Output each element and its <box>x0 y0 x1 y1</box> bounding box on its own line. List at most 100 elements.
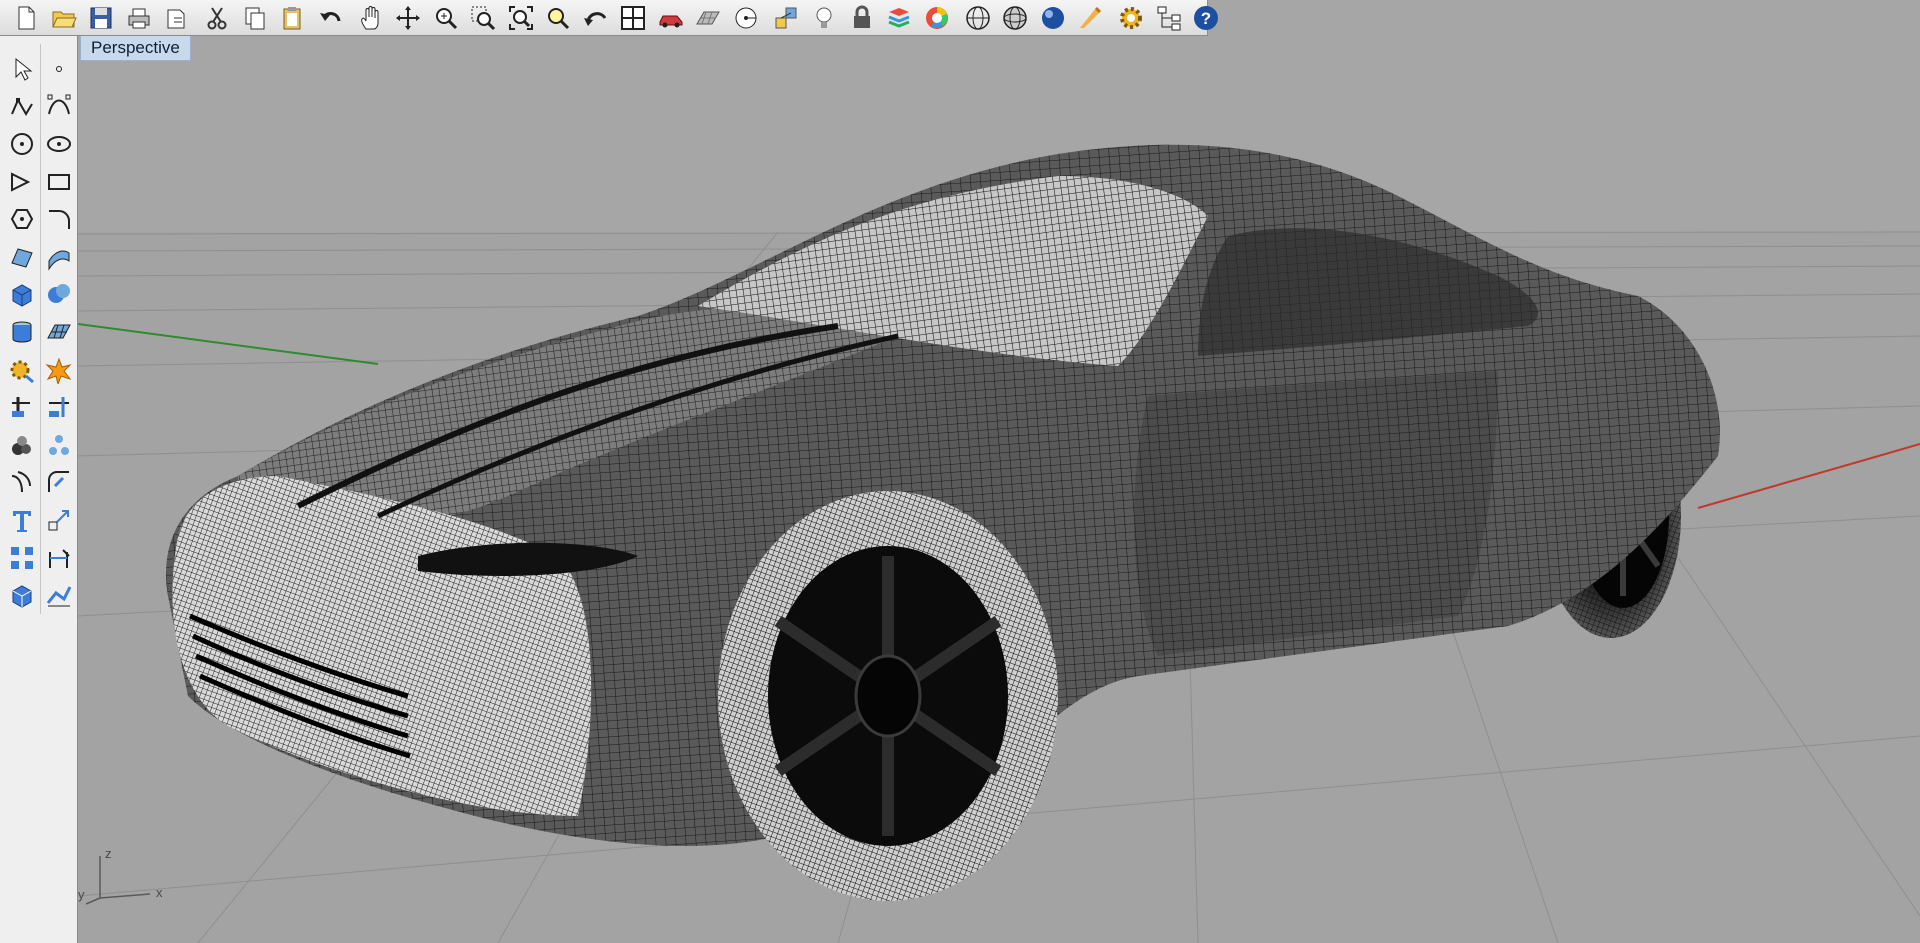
cut-icon <box>207 6 227 29</box>
fillet-edge-tool-button[interactable] <box>41 464 77 502</box>
circle-icon <box>11 132 33 155</box>
undo-view-button[interactable] <box>580 2 612 34</box>
dimension-tool-button[interactable] <box>41 539 77 577</box>
zoom-selected-button[interactable] <box>542 2 574 34</box>
save-button[interactable] <box>85 2 117 34</box>
gizmo-z-label: z <box>105 846 112 861</box>
boolean-union-tool-button[interactable] <box>41 276 77 314</box>
block-tool-button[interactable] <box>4 576 40 614</box>
copy-icon <box>245 7 264 29</box>
new-file-icon <box>18 6 35 29</box>
array-tool-button[interactable] <box>4 539 40 577</box>
split-tool-button[interactable] <box>4 388 40 426</box>
rendered-sphere-button[interactable] <box>1037 2 1069 34</box>
help-button[interactable]: ? <box>1190 2 1222 34</box>
copy-button[interactable] <box>239 2 271 34</box>
box-solid-icon <box>12 284 32 307</box>
polygon-icon <box>10 209 34 230</box>
ghosted-sphere-button[interactable] <box>999 2 1031 34</box>
color-wheel-button[interactable] <box>921 2 953 34</box>
group-tool-button[interactable] <box>4 426 40 464</box>
layer-book-button[interactable] <box>883 2 915 34</box>
left-toolbar-column-2 <box>41 50 77 614</box>
hierarchy-button[interactable] <box>1153 2 1185 34</box>
zoom-extents-button[interactable] <box>505 2 537 34</box>
undo-button[interactable] <box>314 2 346 34</box>
fillet-edge-icon <box>48 471 69 493</box>
explode-tool-button[interactable] <box>41 351 77 389</box>
import-button[interactable] <box>160 2 192 34</box>
zoom-selected-icon <box>548 7 570 29</box>
polyline-tool-button[interactable] <box>4 88 40 126</box>
rectangle-icon <box>48 173 70 190</box>
analyze-tool-button[interactable] <box>41 576 77 614</box>
render-icon <box>1080 6 1102 28</box>
point-tool-button[interactable] <box>41 50 77 88</box>
left-toolbar <box>0 36 78 943</box>
four-viewports-button[interactable] <box>617 2 649 34</box>
hierarchy-icon <box>1157 6 1180 30</box>
text-icon <box>13 510 31 532</box>
scale-icon <box>48 509 69 531</box>
surface-edge-tool-button[interactable] <box>41 238 77 276</box>
rectangle-tool-button[interactable] <box>41 163 77 201</box>
box-solid-tool-button[interactable] <box>4 276 40 314</box>
surface-corner-icon <box>11 248 33 268</box>
split-icon <box>12 397 30 418</box>
circle-tool-button[interactable] <box>4 125 40 163</box>
viewport-title-tab[interactable]: Perspective <box>80 36 191 61</box>
pan-hand-button[interactable] <box>355 2 387 34</box>
open-folder-button[interactable] <box>48 2 80 34</box>
wireframe-sphere-button[interactable] <box>962 2 994 34</box>
new-file-button[interactable] <box>10 2 42 34</box>
lightbulb-button[interactable] <box>808 2 840 34</box>
lock-button[interactable] <box>846 2 878 34</box>
trim-tool-button[interactable] <box>41 388 77 426</box>
undo-icon <box>319 11 340 21</box>
paste-button[interactable] <box>276 2 308 34</box>
cut-button[interactable] <box>201 2 233 34</box>
cylinder-tool-button[interactable] <box>4 313 40 351</box>
gizmo-y-label: y <box>78 887 85 902</box>
rotate-view-button[interactable] <box>392 2 424 34</box>
curve-cv-tool-button[interactable] <box>41 88 77 126</box>
ellipse-tool-button[interactable] <box>41 125 77 163</box>
print-button[interactable] <box>123 2 155 34</box>
viewport-canvas[interactable]: z x y <box>78 36 1920 943</box>
select-point-button[interactable] <box>730 2 762 34</box>
render-button[interactable] <box>1074 2 1106 34</box>
zoom-button[interactable] <box>430 2 462 34</box>
left-toolbar-column-1 <box>4 44 41 614</box>
layers-button[interactable] <box>771 2 803 34</box>
arc-tool-button[interactable] <box>4 163 40 201</box>
options-gear-icon <box>1120 6 1142 29</box>
grid-plane-button[interactable] <box>692 2 724 34</box>
perspective-viewport[interactable]: z x y <box>78 36 1920 943</box>
text-tool-button[interactable] <box>4 501 40 539</box>
mesh-plane-icon <box>47 324 71 339</box>
ungroup-icon <box>49 434 69 455</box>
cylinder-icon <box>12 321 32 343</box>
zoom-window-button[interactable] <box>467 2 499 34</box>
main-toolbar: ? <box>0 0 1218 36</box>
mesh-plane-tool-button[interactable] <box>41 313 77 351</box>
zoom-window-icon <box>471 6 496 30</box>
scale-tool-button[interactable] <box>41 501 77 539</box>
group-icon <box>12 435 31 455</box>
car-shaded-icon <box>659 15 682 27</box>
fillet-curve-tool-button[interactable] <box>41 200 77 238</box>
wireframe-sphere-icon <box>965 5 990 30</box>
options-gear-button[interactable] <box>1115 2 1147 34</box>
surface-edge-icon <box>48 250 70 271</box>
select-arrow-tool-button[interactable] <box>4 50 40 88</box>
polygon-tool-button[interactable] <box>4 200 40 238</box>
boolean-union-icon <box>48 284 70 304</box>
transform-gear-tool-button[interactable] <box>4 351 40 389</box>
offset-curve-tool-button[interactable] <box>4 464 40 502</box>
surface-corner-tool-button[interactable] <box>4 238 40 276</box>
car-shaded-button[interactable] <box>655 2 687 34</box>
lightbulb-icon <box>816 7 832 28</box>
ungroup-tool-button[interactable] <box>41 426 77 464</box>
select-point-icon <box>735 7 756 28</box>
zoom-extents-icon <box>508 5 533 30</box>
